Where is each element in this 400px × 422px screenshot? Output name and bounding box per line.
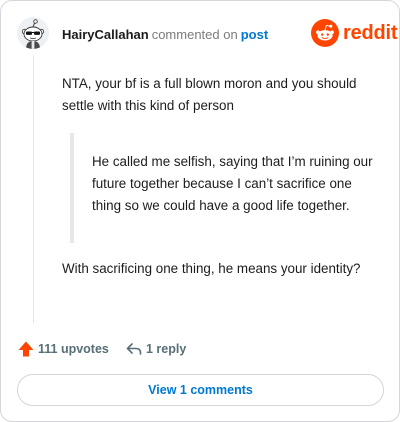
upvote-button[interactable]: 111 upvotes	[17, 340, 109, 358]
upvote-count: 111 upvotes	[38, 342, 109, 356]
comment-header: HairyCallahan commented on post	[62, 27, 268, 43]
reddit-wordmark: reddit	[343, 22, 398, 44]
reply-button[interactable]: 1 reply	[125, 340, 186, 358]
upvote-arrow-icon	[18, 341, 34, 357]
user-avatar-icon[interactable]	[17, 17, 49, 49]
reply-arrow-icon	[126, 343, 142, 355]
reddit-logo[interactable]: reddit	[311, 19, 398, 47]
username-link[interactable]: HairyCallahan	[62, 27, 149, 42]
post-link[interactable]: post	[241, 27, 268, 42]
view-comments-button[interactable]: View 1 comments	[17, 374, 384, 406]
commented-on-text: commented on	[151, 27, 238, 42]
comment-paragraph: With sacrificing one thing, he means you…	[62, 261, 361, 276]
reply-count: 1 reply	[146, 342, 187, 356]
reddit-logo-icon	[311, 19, 339, 47]
thread-line[interactable]	[33, 55, 34, 323]
comment-card: HairyCallahan commented on post reddit NTA…	[0, 0, 400, 422]
quoted-text: He called me selfish, saying that I’m ru…	[70, 133, 380, 243]
comment-paragraph: NTA, your bf is a full blown moron and y…	[62, 76, 357, 113]
